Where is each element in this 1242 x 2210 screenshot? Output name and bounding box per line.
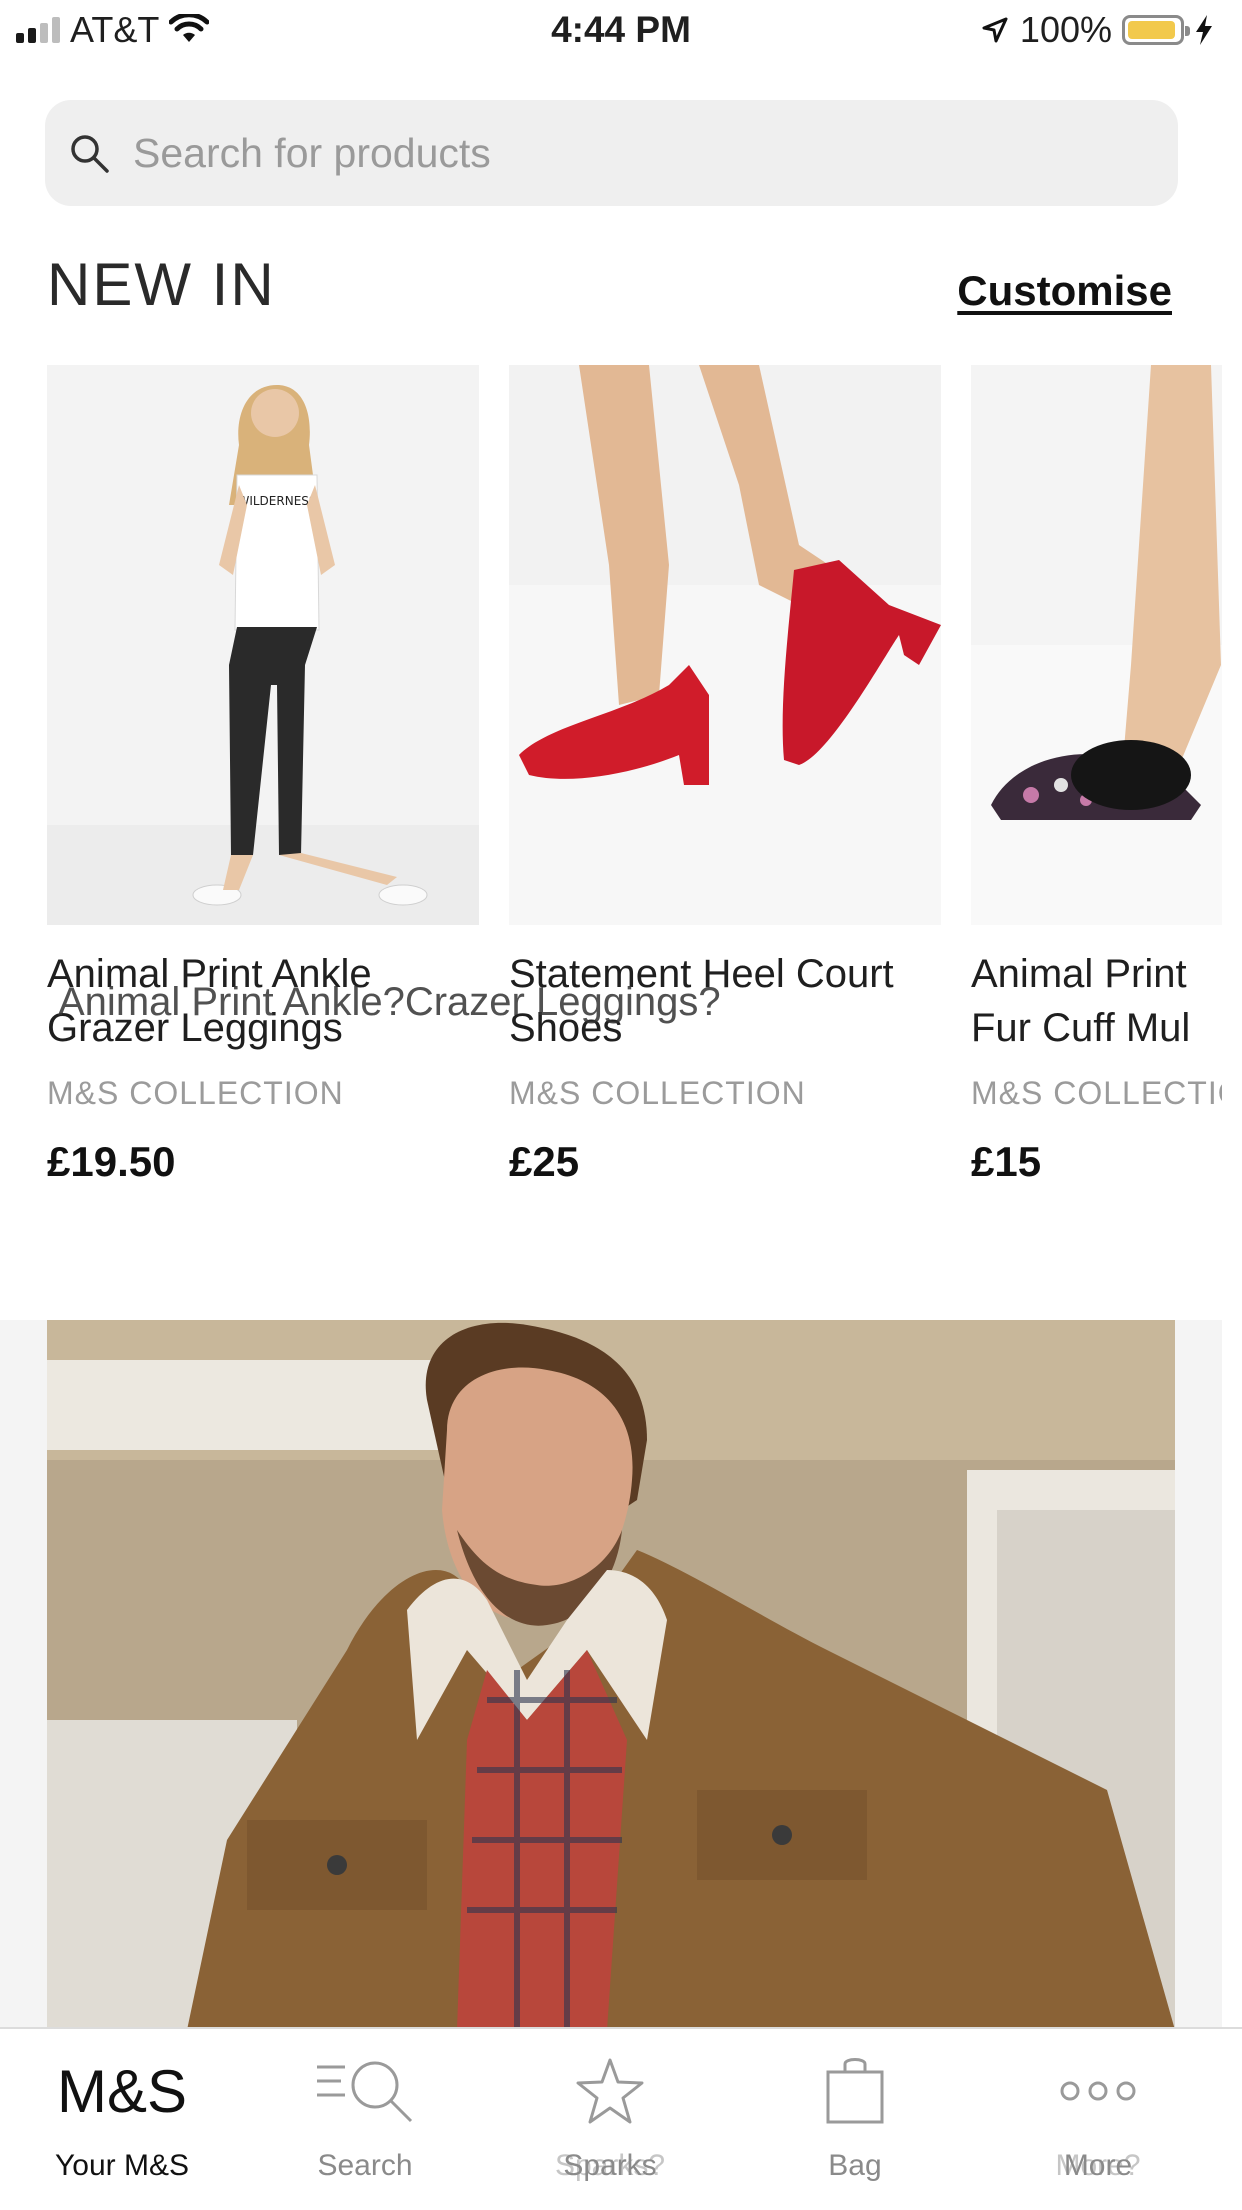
more-dots-icon (1060, 2081, 1136, 2101)
tab-label: More (1063, 2149, 1133, 2182)
product-price: £19.50 (47, 1138, 176, 1185)
status-right: 100% (980, 8, 1214, 52)
product-carousel[interactable]: WILDERNESS Animal Print Ankle Grazer Leg… (47, 365, 1222, 1195)
product-price: £15 (971, 1138, 1042, 1185)
charging-bolt-icon (1196, 15, 1212, 45)
product-card[interactable]: Animal Print Fur Cuff Mul M&S COLLECTIO … (971, 365, 1222, 1186)
tab-your-ms[interactable]: M&S Your M&S (2, 2029, 242, 2210)
search-icon (71, 135, 109, 173)
status-bar: AT&T 4:44 PM 100% (0, 0, 1242, 62)
tab-label: Your M&S (55, 2149, 189, 2182)
tab-search[interactable]: Search (245, 2029, 485, 2210)
product-brand: M&S COLLECTIO (971, 1075, 1222, 1111)
tab-bag[interactable]: Bag (735, 2029, 975, 2210)
product-price: £25 (509, 1138, 580, 1185)
tab-label: Sparks (563, 2149, 657, 2182)
tab-sparks[interactable]: Sparks? Sparks (490, 2029, 730, 2210)
star-icon (576, 2058, 644, 2124)
product-image-leggings[interactable]: WILDERNESS (47, 365, 479, 925)
svg-text:WILDERNESS: WILDERNESS (237, 494, 316, 508)
location-arrow-icon (982, 17, 1008, 43)
bag-icon (826, 2058, 884, 2124)
tab-label: Bag (828, 2149, 882, 2182)
tab-bar: M&S Your M&S Search Sparks? Sparks Bag M… (0, 2027, 1242, 2210)
ms-logo: M&S (56, 2057, 188, 2125)
tab-label: Search (317, 2149, 413, 2182)
hero-image[interactable] (47, 1320, 1175, 2030)
battery-icon (1122, 15, 1190, 45)
product-brand: M&S COLLECTION (47, 1075, 344, 1111)
product-name[interactable]: Animal Print Fur Cuff Mul (971, 947, 1211, 1055)
hero-banner[interactable] (0, 1320, 1222, 2030)
accessibility-overlay-label: Animal Print Ankle?Crazer Leggings? (58, 980, 721, 1024)
tab-more[interactable]: More? More (978, 2029, 1218, 2210)
search-bar[interactable] (45, 100, 1178, 206)
product-brand: M&S COLLECTION (509, 1075, 806, 1111)
product-card[interactable]: WILDERNESS Animal Print Ankle Grazer Leg… (47, 365, 479, 1186)
search-list-icon (317, 2061, 413, 2123)
search-input[interactable] (131, 128, 1035, 178)
customise-link[interactable]: Customise (957, 265, 1172, 317)
product-image-slippers[interactable] (971, 365, 1222, 925)
product-card[interactable]: Statement Heel Court Shoes M&S COLLECTIO… (509, 365, 941, 1186)
product-image-shoes[interactable] (509, 365, 941, 925)
section-title: NEW IN (47, 251, 276, 318)
battery-percent: 100% (1019, 9, 1112, 50)
